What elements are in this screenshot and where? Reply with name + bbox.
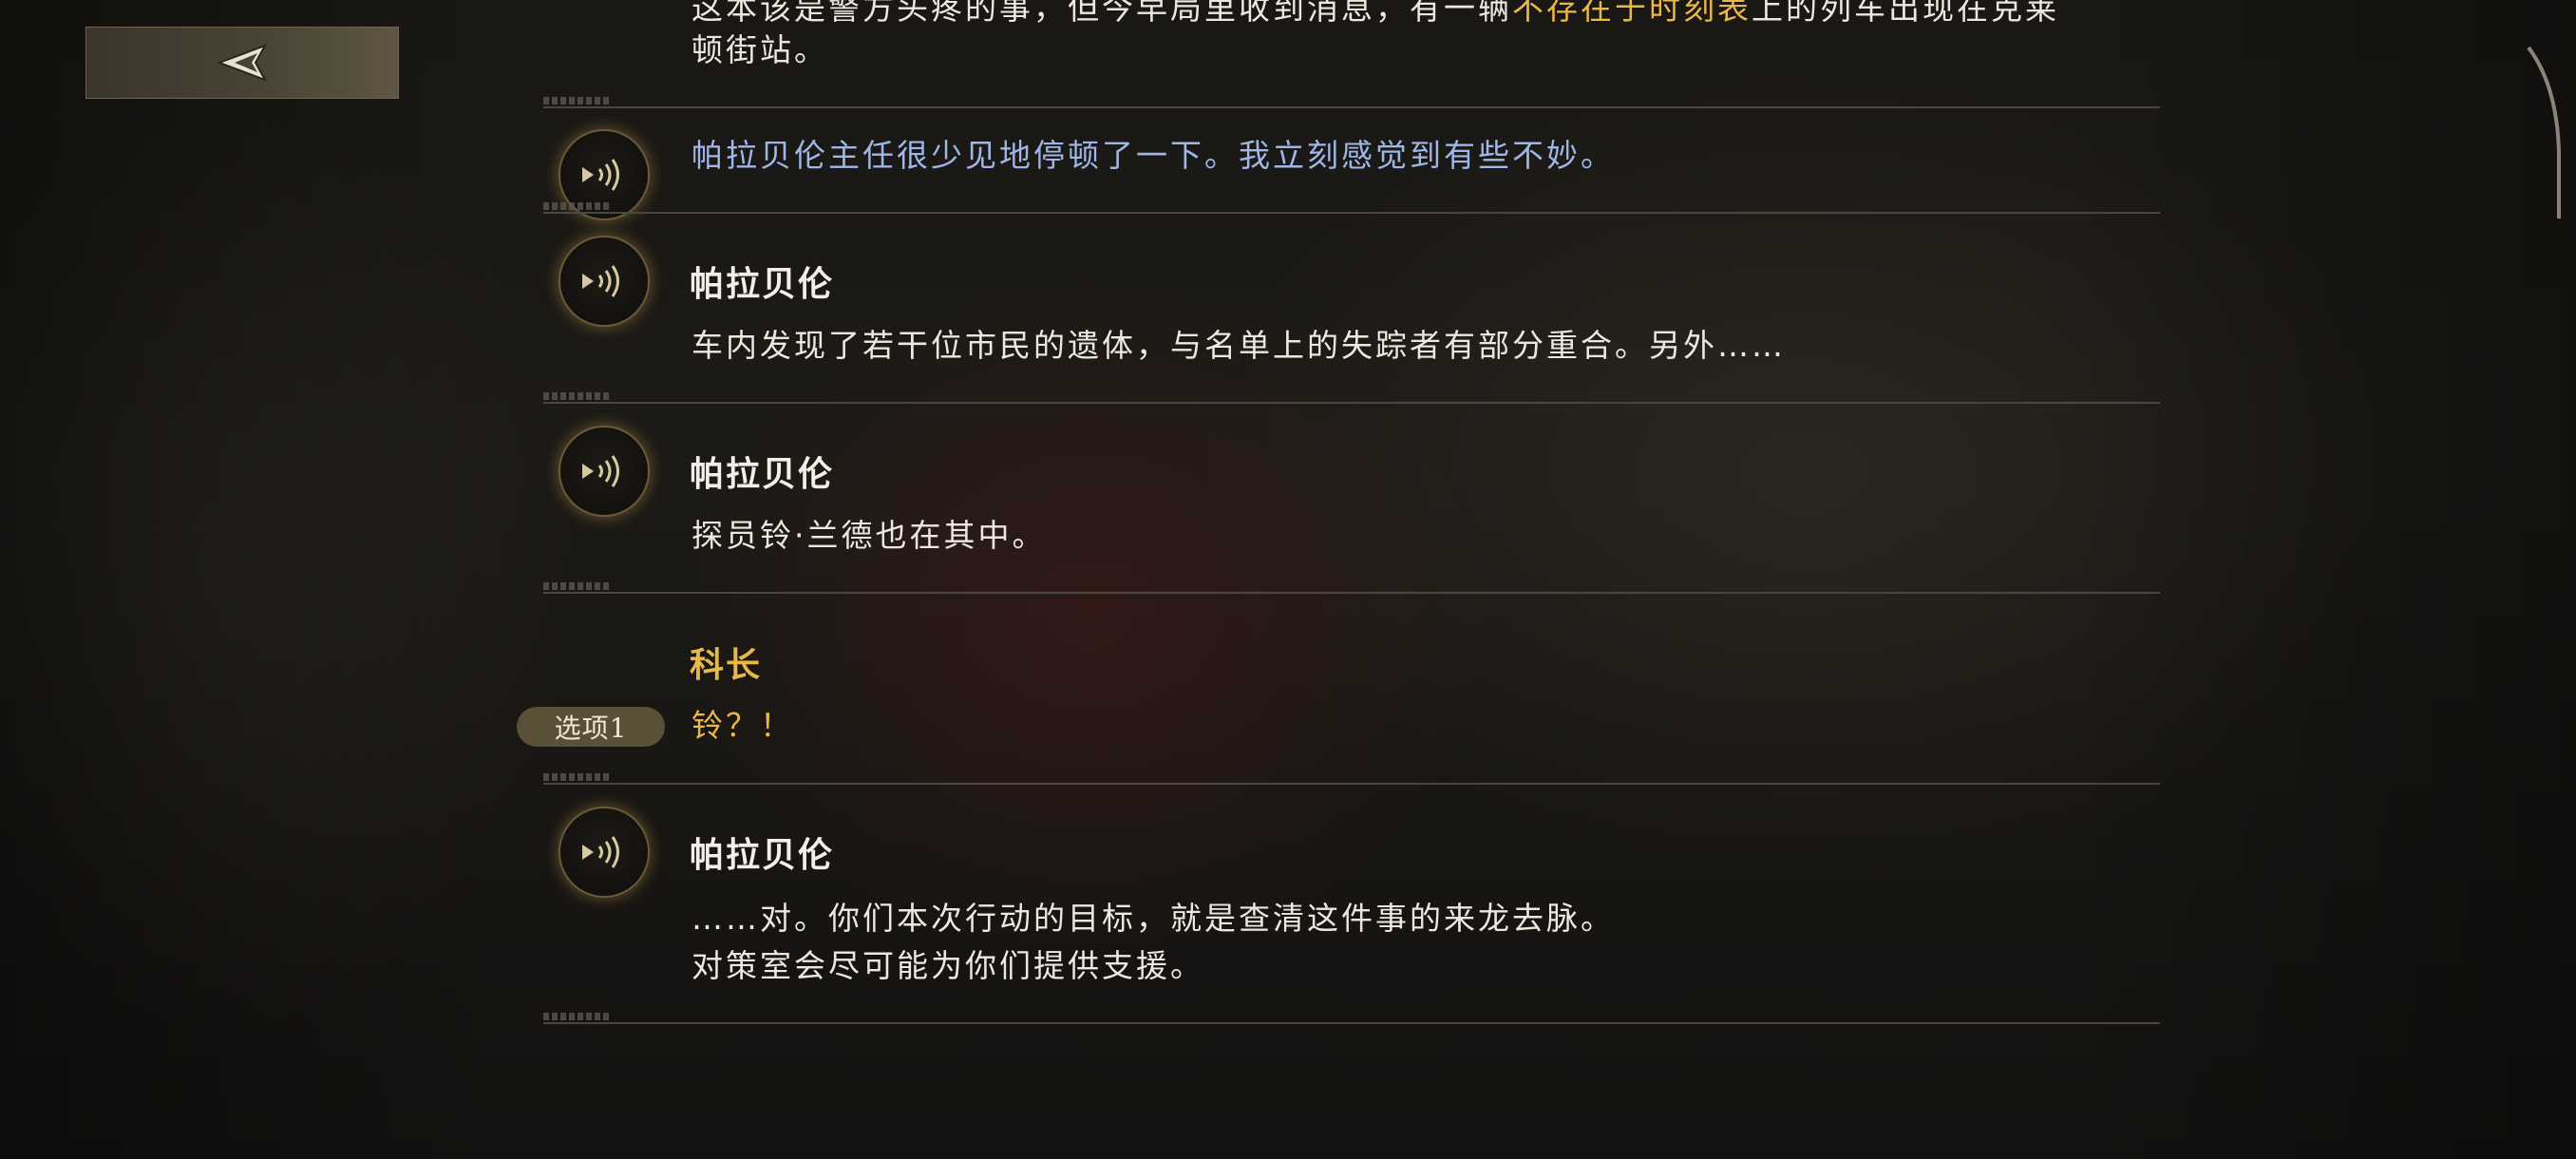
divider-tick <box>543 97 612 104</box>
voice-replay-button[interactable] <box>560 808 648 896</box>
speaker-name: 帕拉贝伦 <box>690 835 835 875</box>
narration-text: 帕拉贝伦主任很少见地停顿了一下。我立刻感觉到有些不妙。 <box>691 137 1615 174</box>
divider <box>543 592 2160 594</box>
speaker-name: 帕拉贝伦 <box>690 454 835 494</box>
speaker-name: 科长 <box>690 645 763 685</box>
divider-tick <box>543 1013 612 1020</box>
divider <box>543 783 2160 785</box>
voice-replay-icon <box>578 156 630 194</box>
log-entry-text: 这本该是警方头疼的事，但今早局里收到消息，有一辆不存在于时刻表上的列车出现在克莱 <box>691 0 2059 32</box>
highlight-text: 不存在于时刻表 <box>1512 0 1752 27</box>
divider-tick <box>543 202 612 210</box>
divider <box>543 106 2160 108</box>
choice-badge: 选项1 <box>517 707 665 747</box>
voice-replay-button[interactable] <box>560 428 648 515</box>
voice-replay-icon <box>578 833 630 871</box>
voice-replay-icon <box>578 262 630 300</box>
divider <box>543 212 2160 214</box>
voice-replay-button[interactable] <box>560 238 648 325</box>
dialogue-text: 对策室会尽可能为你们提供支援。 <box>691 947 1204 984</box>
dialogue-text: 探员铃·兰德也在其中。 <box>691 517 1047 554</box>
divider <box>543 1022 2160 1024</box>
dialogue-text: 车内发现了若干位市民的遗体，与名单上的失踪者有部分重合。另外…… <box>691 327 1786 364</box>
divider-tick <box>543 392 612 400</box>
divider-tick <box>543 582 612 590</box>
log-entry-text: 顿街站。 <box>691 31 828 68</box>
dialogue-text: ……对。你们本次行动的目标，就是查清这件事的来龙去脉。 <box>691 900 1615 937</box>
divider <box>543 402 2160 404</box>
speaker-name: 帕拉贝伦 <box>690 264 835 304</box>
choice-text: 铃？！ <box>691 707 794 744</box>
dialogue-log[interactable]: 这本该是警方头疼的事，但今早局里收到消息，有一辆不存在于时刻表上的列车出现在克莱… <box>0 0 2576 1159</box>
divider-tick <box>543 773 612 781</box>
voice-replay-icon <box>578 452 630 490</box>
